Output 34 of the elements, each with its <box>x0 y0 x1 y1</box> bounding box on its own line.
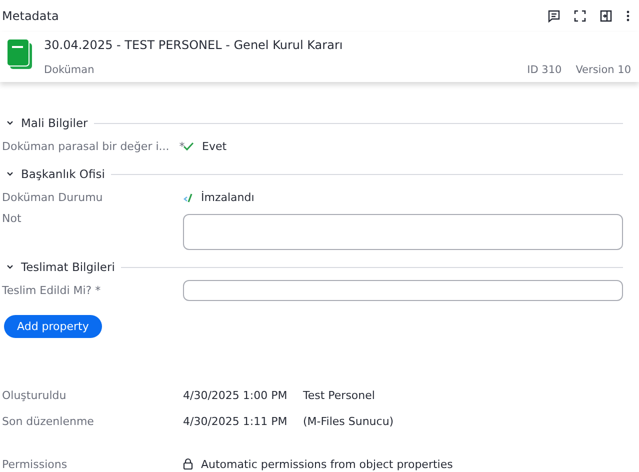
property-label: Doküman parasal bir değer i... <box>2 140 170 153</box>
section-title[interactable]: Mali Bilgiler <box>21 116 88 130</box>
comment-icon[interactable] <box>547 9 561 23</box>
object-title: 30.04.2025 - TEST PERSONEL - Genel Kurul Kararı <box>44 38 344 52</box>
info-user: Test Personel <box>303 388 376 402</box>
property-label: Not <box>2 212 22 225</box>
permissions-value: Automatic permissions from object properties <box>201 458 453 470</box>
section-title[interactable]: Başkanlık Ofisi <box>21 167 105 181</box>
info-label: Son düzenlenme <box>2 414 95 428</box>
info-date: 4/30/2025 1:11 PM <box>183 414 288 428</box>
add-property-button[interactable]: Add property <box>4 315 102 338</box>
info-date: 4/30/2025 1:00 PM <box>183 388 288 402</box>
section-title[interactable]: Teslimat Bilgileri <box>21 260 115 274</box>
panel-icon[interactable] <box>599 9 613 23</box>
workflow-state-icon <box>183 192 193 202</box>
object-version: Version 10 <box>576 64 631 76</box>
required-mark: * <box>179 140 185 153</box>
panel-title: Metadata <box>2 9 59 23</box>
property-value: İmzalandı <box>201 191 254 204</box>
checkmark-icon <box>183 142 194 151</box>
info-label: Permissions <box>2 458 68 470</box>
document-icon <box>6 38 34 70</box>
info-user: (M-Files Sunucu) <box>303 414 395 428</box>
property-value: Evet <box>202 140 227 153</box>
more-icon[interactable] <box>625 9 631 23</box>
property-label: Teslim Edildi Mi? * <box>2 284 102 297</box>
object-type: Doküman <box>44 64 94 76</box>
property-label: Doküman Durumu <box>2 191 104 204</box>
input-field[interactable] <box>183 280 623 301</box>
info-label: Oluşturuldu <box>2 388 68 402</box>
object-id: ID 310 <box>527 64 562 76</box>
lock-icon <box>183 458 193 470</box>
fullscreen-icon[interactable] <box>573 9 587 23</box>
note-field[interactable] <box>183 214 623 250</box>
